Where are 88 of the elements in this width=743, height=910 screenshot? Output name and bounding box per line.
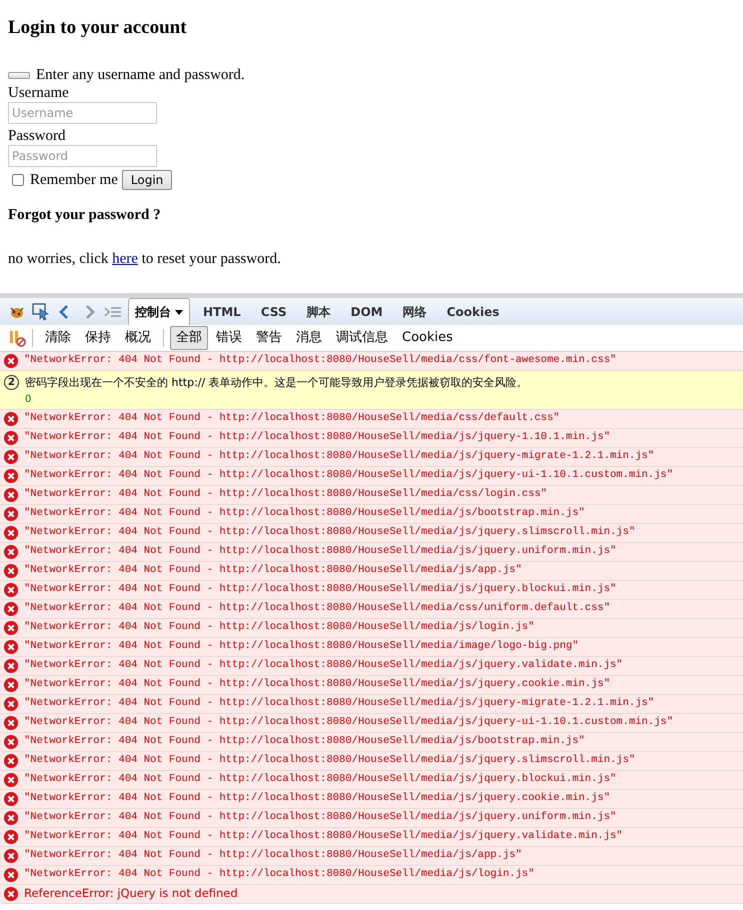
log-message: 密码字段出现在一个不安全的 http:// 表单动作中。这是一个可能导致用户登录凭据被窃取的安全风险。 (25, 375, 528, 391)
reset-sentence: no worries, click here to reset your password. (8, 250, 282, 268)
error-icon (4, 697, 18, 711)
devtools-tab[interactable]: CSS (254, 298, 294, 325)
error-icon (4, 678, 18, 692)
log-message: "NetworkError: 404 Not Found - http://localhost:8080/HouseSell/media/js/jquery.validate.min.js" (24, 829, 623, 844)
devtools-tab[interactable]: HTML (196, 298, 248, 325)
login-button[interactable]: Login (122, 170, 172, 190)
toolbar-button[interactable]: 概况 (119, 326, 157, 350)
error-icon (4, 564, 18, 578)
field-label: Password (8, 126, 67, 145)
log-message: "NetworkError: 404 Not Found - http://localhost:8080/HouseSell/media/js/jquery.slimscroll.min.js" (24, 525, 636, 540)
error-icon (4, 621, 18, 635)
log-message: "NetworkError: 404 Not Found - http://localhost:8080/HouseSell/media/js/jquery.cookie.min.js" (24, 677, 610, 692)
error-icon (4, 354, 18, 368)
error-icon (4, 469, 18, 483)
log-message: "NetworkError: 404 Not Found - http://localhost:8080/HouseSell/media/js/jquery.blockui.min.js" (24, 772, 616, 788)
log-message: "NetworkError: 404 Not Found - http://localhost:8080/HouseSell/media/js/jquery-1.10.1.min.js" (24, 430, 610, 446)
log-message: "NetworkError: 404 Not Found - http://localhost:8080/HouseSell/media/css/login.css" (24, 487, 547, 502)
log-message: "NetworkError: 404 Not Found - http://localhost:8080/HouseSell/media/js/jquery.uniform.min.js" (24, 544, 616, 560)
log-message: "NetworkError: 404 Not Found - http://localhost:8080/HouseSell/media/js/login.js" (24, 867, 534, 882)
error-icon (4, 868, 18, 882)
filter-button[interactable]: 全部 (170, 326, 208, 350)
toolbar-button[interactable]: 保持 (79, 326, 117, 350)
log-message: "NetworkError: 404 Not Found - http://localhost:8080/HouseSell/media/js/app.js" (24, 848, 522, 864)
error-icon (4, 526, 18, 540)
forgot-heading: Forgot your password ? (8, 206, 162, 224)
log-message: ReferenceError: jQuery is not defined (24, 885, 238, 902)
inspect-pointer-icon[interactable] (32, 302, 50, 320)
filter-button[interactable]: 调试信息 (330, 326, 394, 350)
log-message: "NetworkError: 404 Not Found - http://localhost:8080/HouseSell/media/js/app.js" (24, 563, 522, 578)
log-message: "NetworkError: 404 Not Found - http://localhost:8080/HouseSell/media/js/jquery.uniform.min.js" (24, 810, 616, 826)
log-message: "NetworkError: 404 Not Found - http://localhost:8080/HouseSell/media/js/jquery.cookie.min.js" (24, 791, 610, 806)
log-message: "NetworkError: 404 Not Found - http://localhost:8080/HouseSell/media/js/jquery.blockui.min.js" (24, 582, 616, 598)
error-icon (4, 602, 18, 616)
toolbar-button[interactable]: 清除 (39, 326, 77, 350)
error-icon (4, 412, 18, 426)
error-icon (4, 773, 18, 787)
log-message: "NetworkError: 404 Not Found - http://localhost:8080/HouseSell/media/js/login.js" (24, 620, 534, 636)
filter-button[interactable]: 警告 (250, 326, 288, 350)
log-message: "NetworkError: 404 Not Found - http://localhost:8080/HouseSell/media/css/font-awesome.min.css" (24, 353, 616, 368)
devtools-tab[interactable]: Cookies (440, 298, 506, 325)
log-message: "NetworkError: 404 Not Found - http://localhost:8080/HouseSell/media/js/jquery.validate.min.js" (24, 658, 623, 674)
error-icon (4, 583, 18, 597)
empty-button[interactable] (8, 72, 30, 79)
error-icon (4, 507, 18, 521)
log-message: "NetworkError: 404 Not Found - http://localhost:8080/HouseSell/media/js/jquery-ui-1.10.1.custom.min.js" (24, 715, 674, 730)
error-icon (4, 887, 18, 901)
repeat-count: 2 (4, 375, 19, 390)
pause-icon[interactable] (8, 329, 26, 347)
log-message: "NetworkError: 404 Not Found - http://localhost:8080/HouseSell/media/js/jquery-ui-1.10.1.custom.min.js" (24, 468, 674, 484)
filter-button[interactable]: 错误 (210, 326, 248, 350)
error-icon (4, 450, 18, 464)
remember-checkbox[interactable] (12, 174, 24, 186)
log-message: "NetworkError: 404 Not Found - http://localhost:8080/HouseSell/media/js/jquery.slimscroll.min.js" (24, 753, 636, 768)
input-field[interactable]: Password (8, 144, 157, 167)
error-icon (4, 545, 18, 559)
error-icon (4, 716, 18, 730)
log-detail: 0 (25, 392, 32, 406)
log-message: "NetworkError: 404 Not Found - http://localhost:8080/HouseSell/media/css/default.css" (24, 411, 560, 426)
remember-label: Remember me (30, 172, 118, 188)
error-icon (4, 735, 18, 749)
error-icon (4, 830, 18, 844)
log-message: "NetworkError: 404 Not Found - http://localhost:8080/HouseSell/media/js/bootstrap.min.js" (24, 734, 585, 750)
input-field[interactable]: Username (8, 102, 157, 124)
filter-button[interactable]: Cookies (396, 326, 459, 350)
error-icon (4, 754, 18, 768)
devtools-tab[interactable]: 网络 (396, 298, 434, 325)
reset-link[interactable]: here (112, 251, 138, 268)
filter-button[interactable]: 消息 (290, 326, 328, 350)
error-icon (4, 488, 18, 502)
page-heading: Login to your account (8, 17, 188, 40)
log-message: "NetworkError: 404 Not Found - http://localhost:8080/HouseSell/media/image/logo-big.png" (24, 639, 578, 654)
log-message: "NetworkError: 404 Not Found - http://localhost:8080/HouseSell/media/css/uniform.default.css" (24, 601, 610, 616)
error-icon (4, 811, 18, 825)
log-message: "NetworkError: 404 Not Found - http://localhost:8080/HouseSell/media/js/bootstrap.min.js" (24, 506, 585, 522)
error-icon (4, 640, 18, 654)
error-icon (4, 849, 18, 863)
alert-text: Enter any username and password. (36, 66, 245, 83)
error-icon (4, 659, 18, 673)
log-message: "NetworkError: 404 Not Found - http://localhost:8080/HouseSell/media/js/jquery-migrate-1.2.1.min.js" (24, 449, 654, 464)
error-icon (4, 431, 18, 445)
field-label: Username (8, 84, 70, 102)
devtools-tab[interactable]: 脚本 (300, 298, 338, 325)
log-message: "NetworkError: 404 Not Found - http://localhost:8080/HouseSell/media/js/jquery-migrate-1.2.1.min.js" (24, 696, 654, 712)
error-icon (4, 792, 18, 806)
devtools-tab[interactable]: 控制台 (128, 298, 190, 325)
devtools-tab[interactable]: DOM (344, 298, 390, 325)
